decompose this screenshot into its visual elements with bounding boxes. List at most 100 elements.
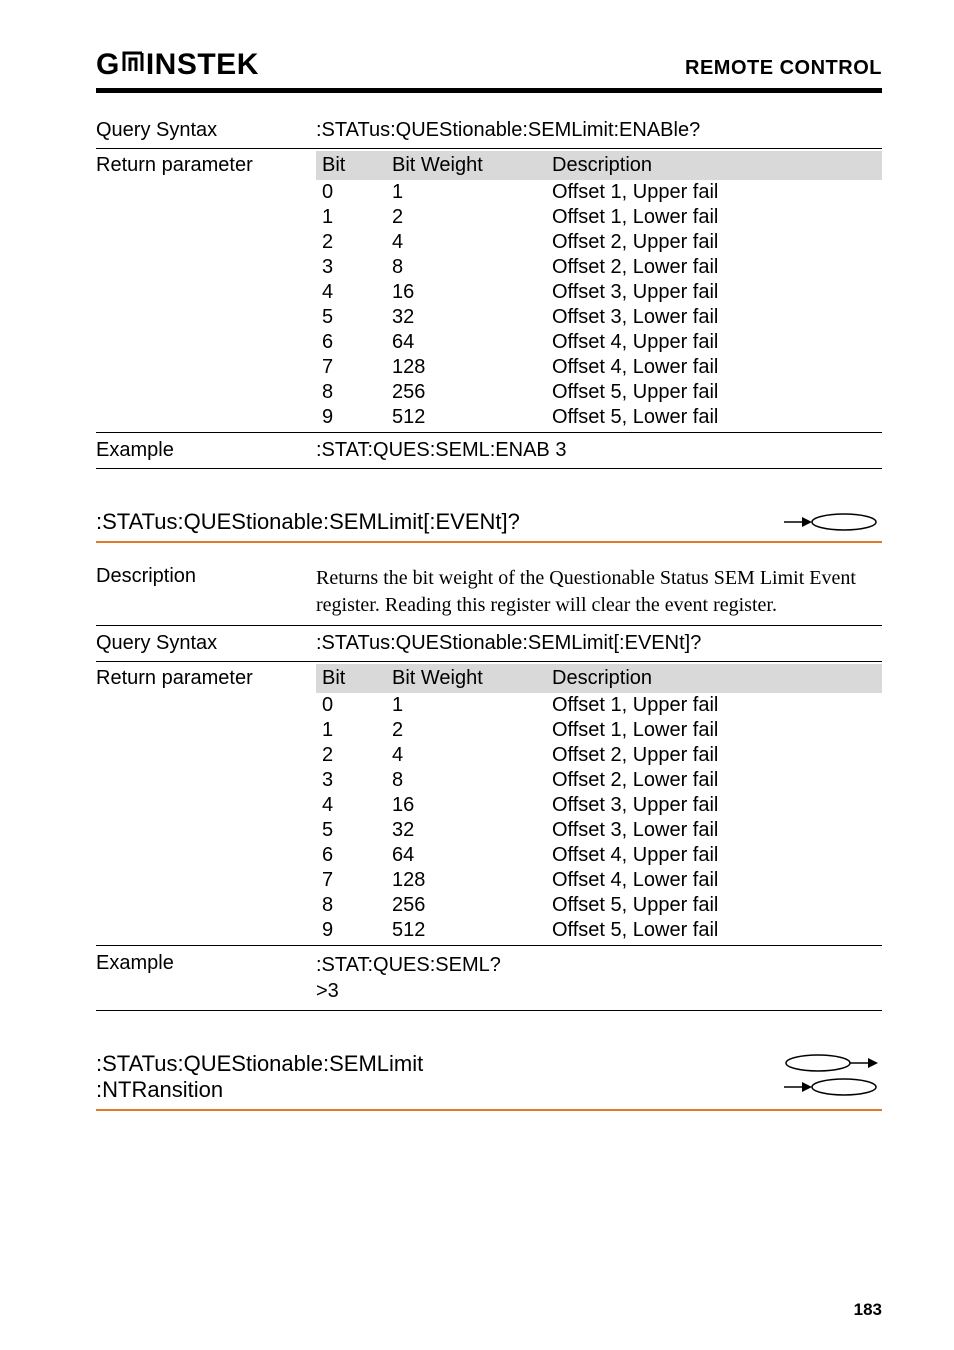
cell-bit: 6 (316, 330, 386, 355)
query-syntax-row: Query Syntax :STATus:QUEStionable:SEMLim… (96, 628, 882, 659)
command-heading-row: :STATus:QUEStionable:SEMLimit[:EVENt]? (96, 509, 882, 535)
cell-weight: 512 (386, 918, 546, 943)
divider (96, 625, 882, 626)
col-desc: Description (546, 151, 882, 180)
cell-desc: Offset 5, Lower fail (546, 405, 882, 430)
divider (96, 661, 882, 662)
table-row: 7128Offset 4, Lower fail (316, 868, 882, 893)
col-desc: Description (546, 664, 882, 693)
divider (96, 432, 882, 433)
table-row: 38Offset 2, Lower fail (316, 768, 882, 793)
page-header: G INSTEK REMOTE CONTROL (96, 48, 882, 82)
example-row: Example :STAT:QUES:SEML:ENAB 3 (96, 435, 882, 466)
cell-bit: 1 (316, 718, 386, 743)
cell-bit: 4 (316, 280, 386, 305)
return-parameter-label: Return parameter (96, 151, 316, 430)
return-parameter-row: Return parameter Bit Bit Weight Descript… (96, 151, 882, 430)
table-row: 01Offset 1, Upper fail (316, 693, 882, 718)
cell-desc: Offset 2, Lower fail (546, 768, 882, 793)
cell-desc: Offset 3, Lower fail (546, 818, 882, 843)
section-title: REMOTE CONTROL (685, 57, 882, 80)
cell-desc: Offset 3, Upper fail (546, 793, 882, 818)
table-row: 24Offset 2, Upper fail (316, 743, 882, 768)
cell-desc: Offset 2, Upper fail (546, 230, 882, 255)
table-row: 532Offset 3, Lower fail (316, 305, 882, 330)
bit-table: Bit Bit Weight Description 01Offset 1, U… (316, 664, 882, 943)
cell-weight: 512 (386, 405, 546, 430)
cell-weight: 16 (386, 793, 546, 818)
cell-weight: 64 (386, 843, 546, 868)
divider (96, 148, 882, 149)
command-heading-line2: :NTRansition (96, 1077, 423, 1103)
table-row: 7128Offset 4, Lower fail (316, 355, 882, 380)
orange-divider (96, 541, 882, 543)
cell-bit: 3 (316, 255, 386, 280)
logo-text-left: G (96, 48, 120, 82)
cell-desc: Offset 4, Lower fail (546, 355, 882, 380)
table-row: 24Offset 2, Upper fail (316, 230, 882, 255)
command-heading: :STATus:QUEStionable:SEMLimit :NTRansiti… (96, 1051, 423, 1103)
table-row: 01Offset 1, Upper fail (316, 180, 882, 205)
page-number: 183 (854, 1300, 882, 1320)
table-row: 8256Offset 5, Upper fail (316, 380, 882, 405)
cell-weight: 8 (386, 255, 546, 280)
table-row: 664Offset 4, Upper fail (316, 330, 882, 355)
command-heading-line1: :STATus:QUEStionable:SEMLimit (96, 1051, 423, 1077)
brand-logo: G INSTEK (96, 48, 259, 82)
cell-desc: Offset 1, Lower fail (546, 205, 882, 230)
divider (96, 1010, 882, 1011)
cell-desc: Offset 1, Upper fail (546, 180, 882, 205)
table-body: 01Offset 1, Upper fail12Offset 1, Lower … (316, 693, 882, 943)
cell-bit: 4 (316, 793, 386, 818)
cell-weight: 128 (386, 868, 546, 893)
cell-desc: Offset 3, Upper fail (546, 280, 882, 305)
cell-bit: 3 (316, 768, 386, 793)
cell-desc: Offset 5, Lower fail (546, 918, 882, 943)
query-syntax-value: :STATus:QUEStionable:SEMLimit[:EVENt]? (316, 632, 882, 655)
table-row: 9512Offset 5, Lower fail (316, 405, 882, 430)
cell-weight: 2 (386, 718, 546, 743)
cell-desc: Offset 2, Upper fail (546, 743, 882, 768)
header-rule (96, 88, 882, 93)
table-row: 664Offset 4, Upper fail (316, 843, 882, 868)
cell-bit: 9 (316, 918, 386, 943)
orange-divider (96, 1109, 882, 1111)
example-label: Example (96, 952, 316, 975)
cell-bit: 8 (316, 893, 386, 918)
cell-bit: 8 (316, 380, 386, 405)
cell-bit: 2 (316, 230, 386, 255)
cell-weight: 2 (386, 205, 546, 230)
example-line-2: >3 (316, 978, 882, 1004)
cell-weight: 1 (386, 180, 546, 205)
col-weight: Bit Weight (386, 151, 546, 180)
query-syntax-row: Query Syntax :STATus:QUEStionable:SEMLim… (96, 115, 882, 146)
divider (96, 468, 882, 469)
table-row: 12Offset 1, Lower fail (316, 205, 882, 230)
command-heading: :STATus:QUEStionable:SEMLimit[:EVENt]? (96, 509, 520, 535)
cell-desc: Offset 4, Upper fail (546, 843, 882, 868)
query-syntax-label: Query Syntax (96, 632, 316, 655)
table-body: 01Offset 1, Upper fail12Offset 1, Lower … (316, 180, 882, 430)
table-header-row: Bit Bit Weight Description (316, 664, 882, 693)
table-header-row: Bit Bit Weight Description (316, 151, 882, 180)
table-row: 12Offset 1, Lower fail (316, 718, 882, 743)
col-bit: Bit (316, 151, 386, 180)
description-label: Description (96, 565, 316, 588)
col-bit: Bit (316, 664, 386, 693)
cell-weight: 1 (386, 693, 546, 718)
cell-weight: 128 (386, 355, 546, 380)
cell-bit: 7 (316, 355, 386, 380)
cell-weight: 4 (386, 743, 546, 768)
cell-bit: 1 (316, 205, 386, 230)
cell-desc: Offset 5, Upper fail (546, 380, 882, 405)
description-row: Description Returns the bit weight of th… (96, 561, 882, 623)
cell-bit: 9 (316, 405, 386, 430)
cell-bit: 7 (316, 868, 386, 893)
cell-weight: 64 (386, 330, 546, 355)
cell-weight: 32 (386, 818, 546, 843)
table-row: 416Offset 3, Upper fail (316, 793, 882, 818)
query-syntax-value: :STATus:QUEStionable:SEMLimit:ENABle? (316, 119, 882, 142)
cell-bit: 0 (316, 180, 386, 205)
divider (96, 945, 882, 946)
cell-desc: Offset 5, Upper fail (546, 893, 882, 918)
